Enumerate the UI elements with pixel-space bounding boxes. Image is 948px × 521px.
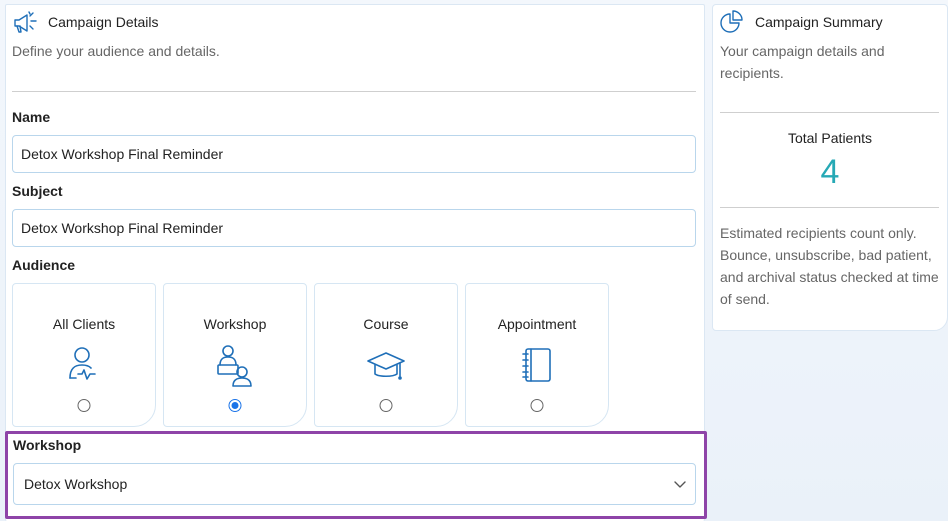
name-input[interactable] [12,135,696,173]
summary-divider-top [720,112,939,113]
summary-note: Estimated recipients count only. Bounce,… [720,225,939,307]
client-health-icon [69,347,96,380]
audience-option-appointment[interactable]: Appointment [465,283,609,427]
notebook-icon [522,348,551,382]
workshop-select[interactable]: Detox Workshop [13,463,696,505]
audience-radio[interactable] [228,399,242,412]
megaphone-icon [14,11,37,33]
workshop-people-icon [217,345,252,387]
audience-label: Audience [12,257,76,273]
audience-option-label: All Clients [52,316,116,332]
summary-subtitle: Your campaign details and recipients. [720,43,885,81]
total-patients-value: 4 [820,153,840,191]
details-header: Campaign Details [12,10,159,34]
chevron-down-icon [674,481,686,488]
subject-input[interactable] [12,209,696,247]
details-title: Campaign Details [48,14,159,30]
subject-label: Subject [12,183,63,199]
audience-option-workshop[interactable]: Workshop [163,283,307,427]
audience-option-label: Workshop [203,316,267,332]
audience-radio[interactable] [379,399,393,412]
pie-chart-icon [720,10,743,33]
audience-option-all-clients[interactable]: All Clients [12,283,156,427]
total-patients-label: Total Patients [787,130,873,146]
audience-option-label: Appointment [497,316,577,332]
summary-header: Campaign Summary [719,10,883,34]
graduation-cap-icon [367,352,405,380]
summary-title: Campaign Summary [755,14,883,30]
workshop-label: Workshop [13,437,82,453]
details-divider [12,91,696,92]
audience-option-course[interactable]: Course [314,283,458,427]
audience-radio[interactable] [530,399,544,412]
name-label: Name [12,109,51,125]
workshop-selected-value: Detox Workshop [24,476,128,492]
audience-option-label: Course [363,316,409,332]
summary-divider-bottom [720,207,939,208]
details-subtitle: Define your audience and details. [12,43,220,59]
audience-radio[interactable] [77,399,91,412]
